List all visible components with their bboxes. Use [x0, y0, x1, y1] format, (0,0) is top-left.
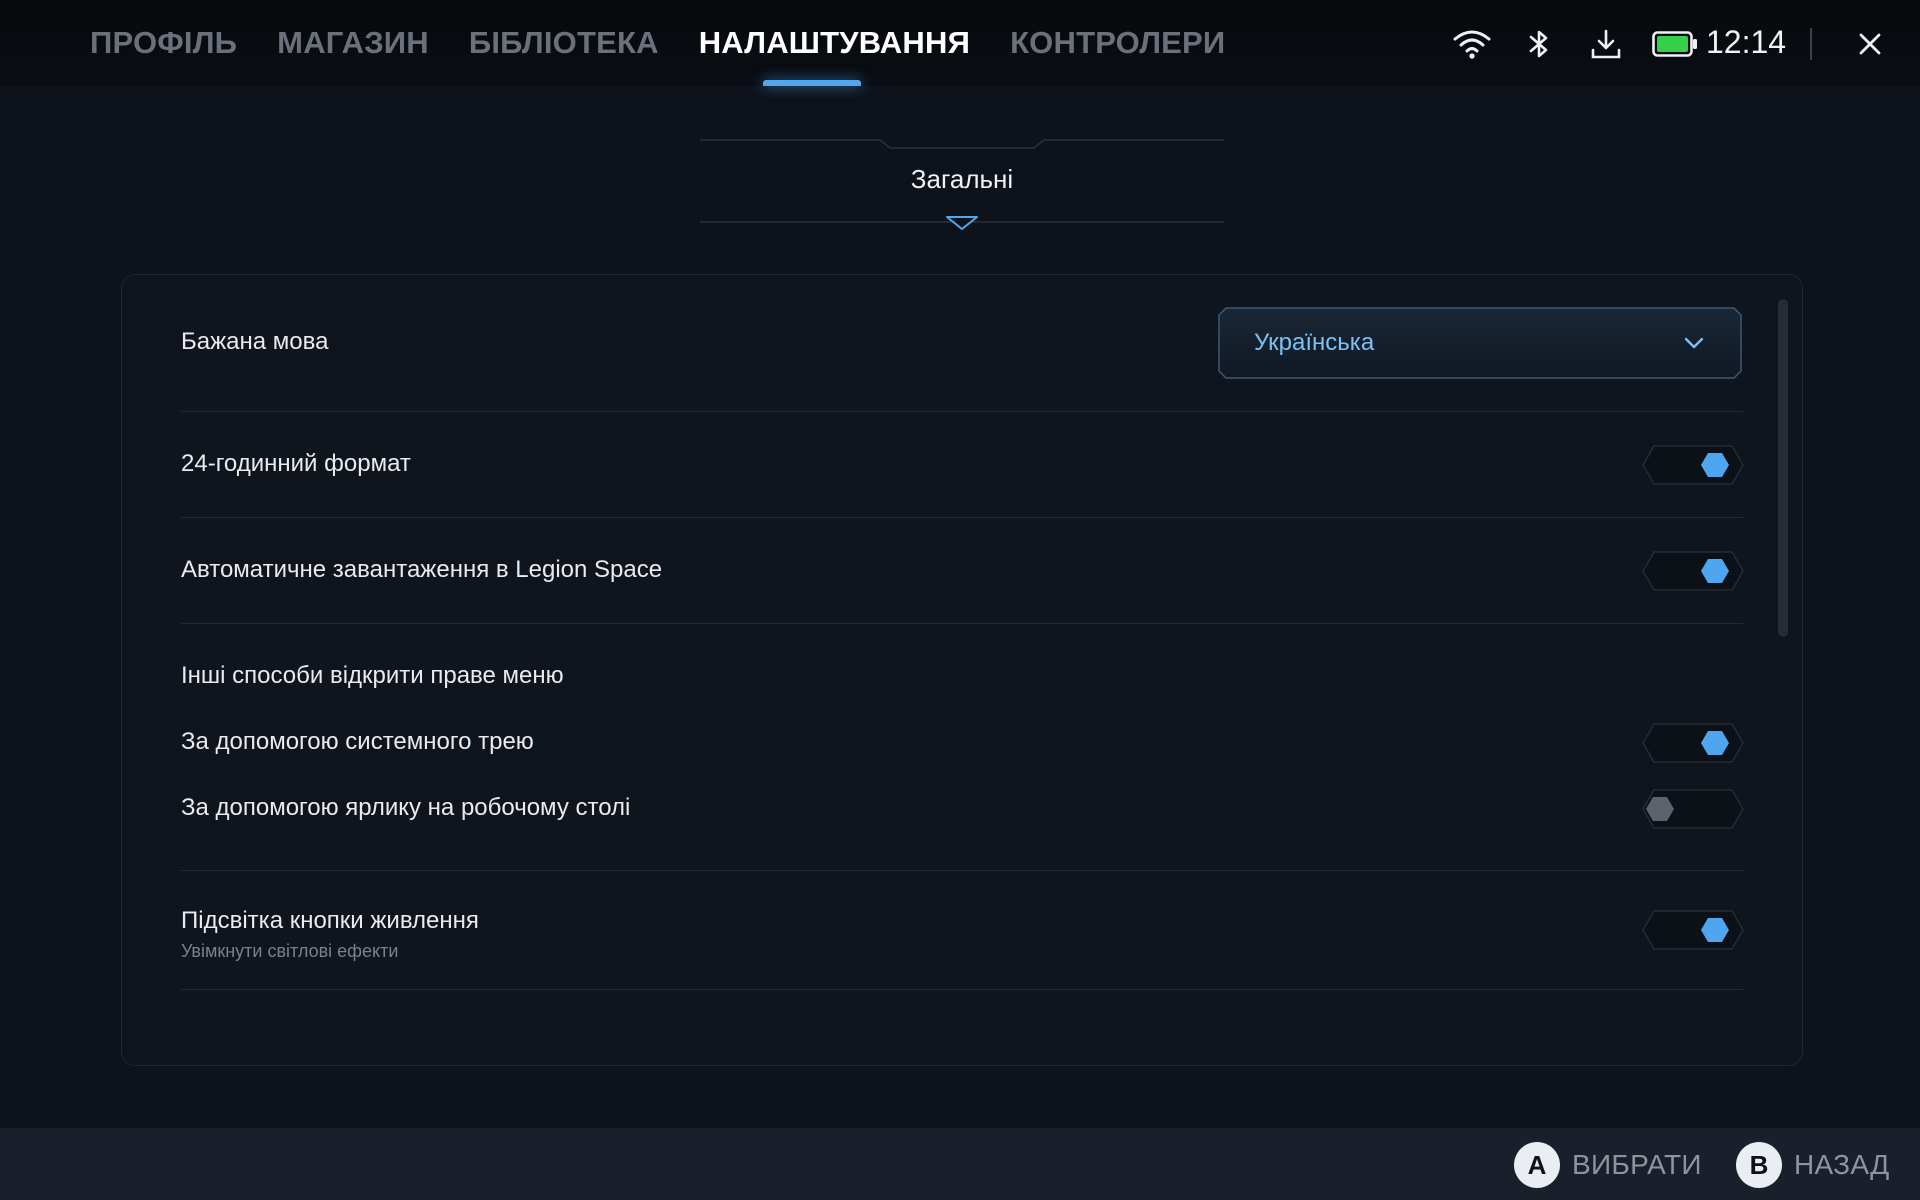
power-light-label: Підсвітка кнопки живлення [181, 907, 479, 934]
main-nav: ПРОФІЛЬ МАГАЗИН БІБЛІОТЕКА НАЛАШТУВАННЯ … [90, 0, 1265, 86]
clock: 12:14 [1706, 24, 1787, 60]
scrollbar[interactable] [1778, 299, 1788, 1043]
close-icon[interactable] [1850, 24, 1890, 64]
top-bar: ПРОФІЛЬ МАГАЗИН БІБЛІОТЕКА НАЛАШТУВАННЯ … [0, 0, 1920, 86]
language-select[interactable]: Українська [1218, 307, 1742, 379]
format24-toggle[interactable] [1642, 445, 1744, 485]
language-label: Бажана мова [181, 328, 329, 355]
language-value: Українська [1254, 329, 1375, 356]
format24-row: 24-годинний формат [181, 412, 1743, 517]
footer-bar: A ВИБРАТИ B НАЗАД [0, 1128, 1920, 1200]
tab-profile[interactable]: ПРОФІЛЬ [90, 0, 237, 86]
tray-toggle[interactable] [1642, 723, 1744, 763]
tab-settings[interactable]: НАЛАШТУВАННЯ [699, 0, 970, 86]
select-hint-label: ВИБРАТИ [1572, 1149, 1702, 1180]
power-light-toggle[interactable] [1642, 910, 1744, 950]
section-title: Загальні [910, 164, 1014, 194]
a-button-icon: A [1514, 1142, 1560, 1188]
bluetooth-icon[interactable] [1528, 28, 1550, 60]
tab-library[interactable]: БІБЛІОТЕКА [469, 0, 659, 86]
panel-bottom [122, 1011, 1802, 1065]
right-menu-heading: Інші способи відкрити праве меню [181, 662, 564, 689]
tab-controllers[interactable]: КОНТРОЛЕРИ [1010, 0, 1225, 86]
row-divider [181, 989, 1743, 990]
autostart-toggle[interactable] [1642, 551, 1744, 591]
section-header: Загальні [690, 134, 1234, 230]
wifi-icon[interactable] [1452, 28, 1492, 60]
chevron-down-icon[interactable] [945, 215, 979, 231]
right-menu-group: Інші способи відкрити праве меню За допо… [181, 624, 1743, 870]
shortcut-toggle[interactable] [1642, 789, 1744, 829]
tab-store[interactable]: МАГАЗИН [277, 0, 429, 86]
active-tab-indicator [763, 80, 861, 86]
back-hint[interactable]: B НАЗАД [1736, 1142, 1890, 1188]
chevron-down-icon [1684, 337, 1704, 349]
autostart-label: Автоматичне завантаження в Legion Space [181, 556, 663, 583]
battery-icon[interactable] [1652, 30, 1698, 58]
status-divider [1810, 28, 1812, 60]
tray-label: За допомогою системного трею [181, 728, 534, 755]
b-button-icon: B [1736, 1142, 1782, 1188]
power-light-row: Підсвітка кнопки живлення Увімкнути світ… [181, 871, 1743, 989]
scrollbar-thumb[interactable] [1778, 299, 1788, 637]
format24-label: 24-годинний формат [181, 450, 411, 477]
select-hint[interactable]: A ВИБРАТИ [1514, 1142, 1702, 1188]
power-light-sublabel: Увімкнути світлові ефекти [181, 941, 399, 961]
shortcut-label: За допомогою ярлику на робочому столі [181, 794, 631, 821]
back-hint-label: НАЗАД [1794, 1149, 1890, 1180]
autostart-row: Автоматичне завантаження в Legion Space [181, 518, 1743, 623]
status-area: 12:14 [1400, 0, 1920, 86]
settings-panel: Бажана мова Українська 24-годинний форма… [121, 274, 1803, 1066]
download-icon[interactable] [1590, 28, 1622, 60]
